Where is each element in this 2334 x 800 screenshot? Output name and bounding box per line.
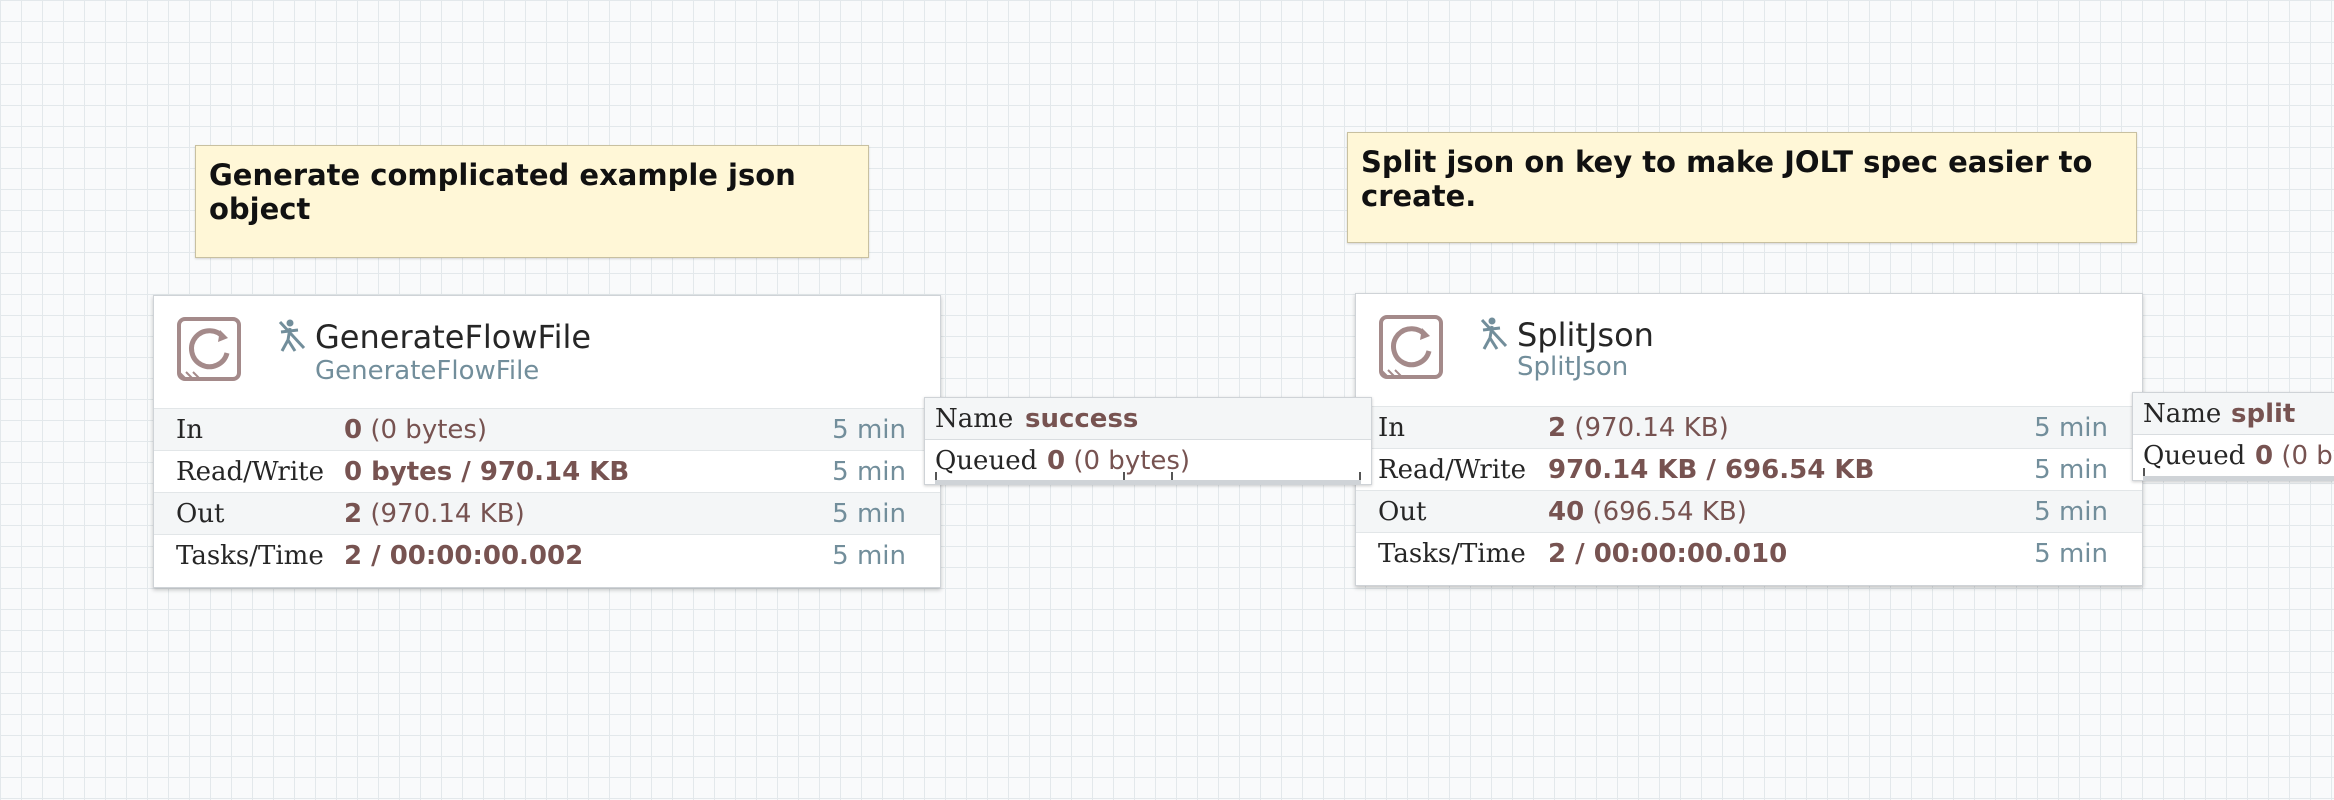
backpressure-bar (2143, 468, 2334, 480)
stat-row-readwrite: Read/Write 0 bytes / 970.14 KB 5 min (154, 450, 940, 492)
stat-value-count: 0 (344, 415, 363, 445)
stat-value: 0 (0 bytes) (344, 415, 487, 445)
stopped-icon (1480, 317, 1508, 350)
queued-count: 0 (1047, 446, 1066, 476)
stat-value: 2 (970.14 KB) (344, 499, 525, 529)
connection-name-row: Name success (925, 398, 1371, 440)
stat-value: 2 (970.14 KB) (1548, 413, 1729, 443)
stopped-icon (278, 319, 306, 352)
processor-icon (1379, 315, 1443, 379)
backpressure-tick (2143, 468, 2145, 476)
stat-row-out: Out 2 (970.14 KB) 5 min (154, 492, 940, 534)
stat-value: 0 bytes / 970.14 KB (344, 457, 629, 487)
processor-icon (177, 317, 241, 381)
label-split[interactable]: Split json on key to make JOLT spec easi… (1347, 132, 2137, 243)
connection-queued-row: Queued 0 (0 by (2133, 435, 2334, 477)
backpressure-tick (1123, 472, 1125, 480)
stat-value: 2 / 00:00:00.010 (1548, 539, 1787, 569)
stat-value-count: 0 bytes / 970.14 KB (344, 457, 630, 487)
stat-value-count: 970.14 KB / 696.54 KB (1548, 455, 1875, 485)
stat-row-tasks: Tasks/Time 2 / 00:00:00.010 5 min (1356, 532, 2142, 574)
stat-time: 5 min (2034, 413, 2108, 443)
processor-splitjson[interactable]: SplitJson SplitJson In 2 (970.14 KB) 5 m… (1355, 293, 2143, 586)
stat-label: Tasks/Time (176, 541, 324, 571)
processor-generateflowfile[interactable]: GenerateFlowFile GenerateFlowFile In 0 (… (153, 295, 941, 588)
processor-stats: In 2 (970.14 KB) 5 min Read/Write 970.14… (1356, 406, 2142, 574)
stat-label: In (176, 415, 204, 445)
stat-label: In (1378, 413, 1406, 443)
stat-value-count: 2 / 00:00:00.010 (1548, 539, 1788, 569)
label-generate[interactable]: Generate complicated example json object (195, 145, 869, 258)
stat-time: 5 min (832, 541, 906, 571)
stat-value: 2 / 00:00:00.002 (344, 541, 583, 571)
backpressure-tick (935, 472, 937, 480)
stat-row-out: Out 40 (696.54 KB) 5 min (1356, 490, 2142, 532)
connection-queued-label: Queued (935, 446, 1038, 476)
stat-label: Out (1378, 497, 1427, 527)
stat-label: Read/Write (176, 457, 325, 487)
processor-type: SplitJson (1517, 352, 1629, 382)
processor-name: GenerateFlowFile (315, 318, 592, 356)
stat-time: 5 min (832, 415, 906, 445)
stat-time: 5 min (2034, 455, 2108, 485)
stat-value-size: (0 bytes) (362, 415, 488, 445)
connection-success[interactable]: Name success Queued 0 (0 bytes) (924, 397, 1372, 485)
backpressure-tick (1171, 472, 1173, 480)
label-split-text: Split json on key to make JOLT spec easi… (1361, 145, 2093, 213)
stat-time: 5 min (832, 499, 906, 529)
stat-time: 5 min (2034, 497, 2108, 527)
stat-value-size: (970.14 KB) (1566, 413, 1729, 443)
processor-stats: In 0 (0 bytes) 5 min Read/Write 0 bytes … (154, 408, 940, 576)
connection-name: success (1025, 404, 1138, 434)
backpressure-tick (1359, 472, 1361, 480)
connection-name-text: split (2231, 399, 2296, 429)
stat-time: 5 min (2034, 539, 2108, 569)
connection-queued-label: Queued (2143, 441, 2246, 471)
stat-value-count: 2 (1548, 413, 1567, 443)
stat-label: Tasks/Time (1378, 539, 1526, 569)
connection-name-text: success (1025, 404, 1139, 434)
stat-value: 40 (696.54 KB) (1548, 497, 1747, 527)
stat-row-readwrite: Read/Write 970.14 KB / 696.54 KB 5 min (1356, 448, 2142, 490)
backpressure-bar (935, 472, 1361, 484)
connection-name-label: Name (935, 404, 1014, 434)
stat-row-in: In 2 (970.14 KB) 5 min (1356, 406, 2142, 448)
connection-name: split (2231, 399, 2295, 429)
queued-count: 0 (2255, 441, 2274, 471)
stat-label: Read/Write (1378, 455, 1527, 485)
processor-name: SplitJson (1517, 316, 1654, 354)
stat-label: Out (176, 499, 225, 529)
connection-name-label: Name (2143, 399, 2222, 429)
stat-value-count: 40 (1548, 497, 1585, 527)
connection-queued-value: 0 (0 by (2255, 441, 2334, 471)
stat-value-count: 2 (344, 499, 363, 529)
stat-time: 5 min (832, 457, 906, 487)
stat-value: 970.14 KB / 696.54 KB (1548, 455, 1874, 485)
stat-row-in: In 0 (0 bytes) 5 min (154, 408, 940, 450)
stat-value-size: (970.14 KB) (362, 499, 525, 529)
processor-type: GenerateFlowFile (315, 356, 540, 386)
stat-value-size: (696.54 KB) (1584, 497, 1747, 527)
queued-size: (0 by (2281, 441, 2334, 471)
connection-name-row: Name split (2133, 393, 2334, 435)
stat-row-tasks: Tasks/Time 2 / 00:00:00.002 5 min (154, 534, 940, 576)
connection-queued-value: 0 (0 bytes) (1047, 446, 1190, 476)
label-generate-text: Generate complicated example json object (209, 158, 796, 226)
stat-value-count: 2 / 00:00:00.002 (344, 541, 584, 571)
connection-split[interactable]: Name split Queued 0 (0 by (2132, 392, 2334, 481)
